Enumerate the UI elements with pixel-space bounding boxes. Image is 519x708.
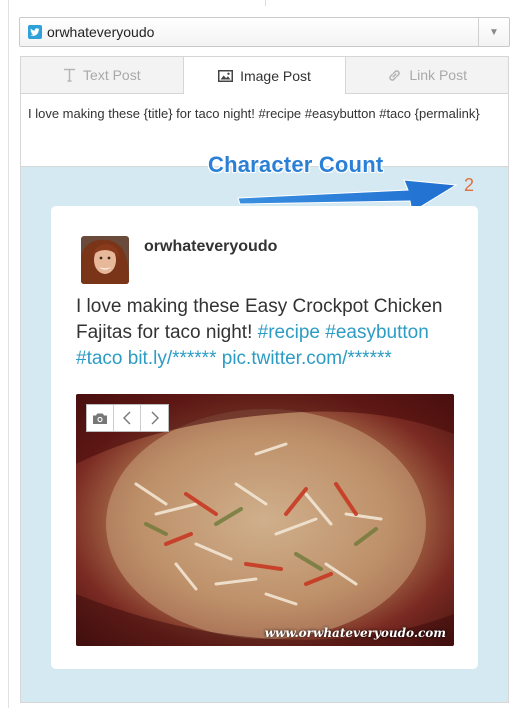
chevron-down-icon[interactable]: ▼ bbox=[478, 18, 509, 46]
tab-image-post[interactable]: Image Post bbox=[183, 57, 347, 95]
tab-link-post[interactable]: Link Post bbox=[346, 57, 508, 93]
image-icon bbox=[218, 70, 234, 82]
avatar bbox=[81, 236, 129, 284]
post-composer-page: orwhateveryoudo ▼ Text Post Image Post L… bbox=[0, 0, 519, 708]
twitter-icon bbox=[28, 25, 42, 39]
tweet-username: orwhateveryoudo bbox=[144, 238, 278, 255]
post-type-tabs: Text Post Image Post Link Post bbox=[21, 57, 508, 95]
tweet-preview-card: orwhateveryoudo I love making these Easy… bbox=[51, 206, 478, 669]
tab-label: Link Post bbox=[409, 67, 467, 83]
tab-text-post[interactable]: Text Post bbox=[21, 57, 184, 93]
character-count: 2 bbox=[464, 175, 475, 195]
tweet-text: I love making these Easy Crockpot Chicke… bbox=[76, 294, 471, 372]
frame-divider-top bbox=[265, 0, 266, 6]
account-select[interactable]: orwhateveryoudo ▼ bbox=[19, 17, 510, 47]
tweet-image[interactable]: www.orwhateveryoudo.com bbox=[76, 394, 454, 646]
annotation-label: Character Count bbox=[208, 152, 384, 177]
link-icon bbox=[387, 68, 402, 83]
camera-icon[interactable] bbox=[87, 405, 114, 431]
chevron-right-icon[interactable] bbox=[141, 405, 168, 431]
tab-label: Text Post bbox=[83, 67, 141, 83]
photo-controls bbox=[86, 404, 169, 432]
photo-watermark: www.orwhateveryoudo.com bbox=[264, 626, 446, 640]
frame-divider bbox=[8, 0, 9, 708]
text-icon bbox=[63, 68, 76, 82]
account-name: orwhateveryoudo bbox=[47, 24, 155, 40]
chevron-left-icon[interactable] bbox=[114, 405, 141, 431]
tab-label: Image Post bbox=[240, 68, 311, 84]
